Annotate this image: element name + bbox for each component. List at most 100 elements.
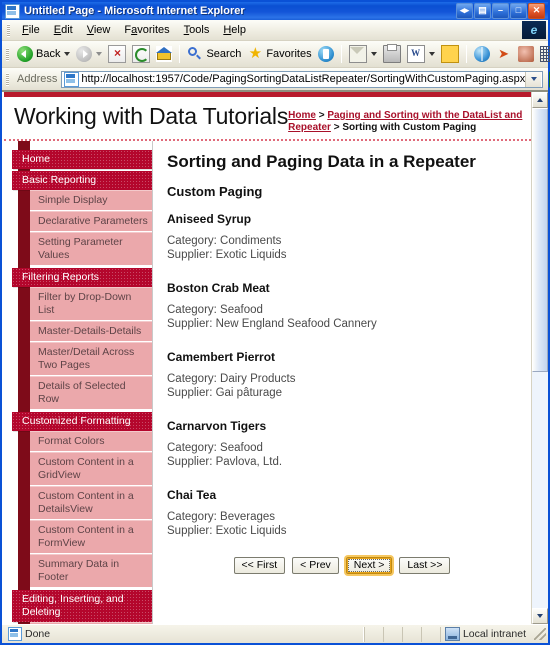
sidebar-item-custom-content-detailsview[interactable]: Custom Content in a DetailsView (30, 486, 152, 520)
menu-help[interactable]: Help (216, 22, 253, 38)
messenger-button[interactable]: ➤ (493, 45, 515, 63)
go-button[interactable]: Go (546, 70, 550, 88)
toolbar-separator-2 (340, 45, 342, 63)
security-zone-pane[interactable]: Local intranet (439, 626, 532, 642)
back-button[interactable]: Back (14, 45, 73, 63)
print-icon (382, 44, 401, 63)
notes-button[interactable] (438, 44, 462, 64)
product-supplier: Supplier: Gai pâturage (167, 387, 283, 399)
status-segment-4 (420, 626, 440, 642)
mail-chevron-down-icon[interactable] (370, 52, 377, 56)
toolbar-separator-3 (465, 45, 467, 63)
list-item: Boston Crab Meat Category: Seafood Suppl… (167, 281, 517, 331)
previous-page-button[interactable]: < Prev (292, 557, 339, 574)
sidebar-item-setting-parameter-values[interactable]: Setting Parameter Values (30, 232, 152, 266)
scroll-up-button[interactable] (532, 92, 548, 108)
resize-grip[interactable] (534, 628, 546, 640)
address-dropdown-button[interactable] (525, 71, 542, 87)
sidebar-item-basic-reporting[interactable]: Basic Reporting (12, 171, 152, 190)
next-page-button[interactable]: Next > (345, 557, 393, 574)
sidebar-item-format-colors[interactable]: Format Colors (30, 431, 152, 452)
favorites-button[interactable]: ★ Favorites (244, 45, 314, 63)
mail-button[interactable] (346, 44, 380, 64)
encoding-button[interactable] (537, 45, 550, 63)
research-button[interactable] (515, 45, 537, 63)
breadcrumb-home-link[interactable]: Home (288, 110, 316, 121)
discuss-button[interactable] (471, 45, 493, 63)
media-button[interactable] (315, 45, 337, 63)
menu-file[interactable]: File (15, 22, 47, 38)
sidebar-accent-stripe (18, 141, 30, 624)
product-category: Category: Condiments (167, 235, 282, 247)
close-button[interactable]: ✕ (528, 3, 545, 19)
sidebar: Home Basic Reporting Simple Display Decl… (4, 141, 152, 624)
address-label: Address (17, 73, 58, 85)
product-list: Aniseed Syrup Category: Condiments Suppl… (167, 212, 517, 538)
sidebar-item-customized-formatting[interactable]: Customized Formatting (12, 412, 152, 431)
menu-grip[interactable] (7, 23, 10, 37)
menu-favorites[interactable]: Favorites (117, 22, 176, 38)
sidebar-item-editing-inserting-deleting[interactable]: Editing, Inserting, and Deleting (12, 590, 152, 622)
sidebar-item-home[interactable]: Home (12, 150, 152, 169)
web-page: Working with Data Tutorials Home > Pagin… (2, 92, 531, 624)
sidebar-item-simple-display[interactable]: Simple Display (30, 190, 152, 211)
toolbar-grip[interactable] (6, 47, 9, 61)
search-icon (187, 46, 203, 62)
last-page-button[interactable]: Last >> (399, 557, 451, 574)
menu-favorites-label: vorites (137, 24, 170, 36)
product-name: Camembert Pierrot (167, 350, 276, 364)
refresh-button[interactable] (129, 44, 153, 64)
product-name: Carnarvon Tigers (167, 419, 267, 433)
print-button[interactable] (380, 44, 404, 64)
window-title: Untitled Page - Microsoft Internet Explo… (24, 5, 245, 17)
sidebar-item-filtering-reports[interactable]: Filtering Reports (12, 268, 152, 287)
address-url-text: http://localhost:1957/Code/PagingSorting… (81, 73, 526, 85)
product-supplier: Supplier: Exotic Liquids (167, 525, 287, 537)
stop-button[interactable] (105, 44, 129, 64)
sidebar-item-custom-content-gridview[interactable]: Custom Content in a GridView (30, 452, 152, 486)
favorites-star-icon: ★ (248, 45, 263, 62)
page-title: Working with Data Tutorials (14, 103, 289, 129)
maximize-button[interactable]: □ (510, 3, 527, 19)
forward-button[interactable] (73, 45, 105, 63)
product-name: Boston Crab Meat (167, 281, 270, 295)
edit-button[interactable] (404, 44, 438, 64)
edit-chevron-down-icon[interactable] (428, 52, 435, 56)
sidebar-item-basics[interactable]: Basics (30, 622, 152, 624)
minimize-glyph: – (497, 5, 503, 15)
address-grip[interactable] (6, 72, 9, 86)
restore-left-button[interactable]: ◂▸ (456, 3, 473, 19)
menu-tools[interactable]: Tools (177, 22, 217, 38)
restore-group-button[interactable]: ▤ (474, 3, 491, 19)
list-item: Aniseed Syrup Category: Condiments Suppl… (167, 212, 517, 262)
address-input[interactable]: http://localhost:1957/Code/PagingSorting… (61, 70, 544, 88)
sidebar-item-summary-data-in-footer[interactable]: Summary Data in Footer (30, 554, 152, 588)
scrollbar-track[interactable] (532, 108, 548, 608)
mail-icon (348, 45, 367, 63)
scroll-down-button[interactable] (532, 608, 548, 624)
vertical-scrollbar[interactable] (531, 92, 548, 624)
sidebar-item-details-of-selected-row[interactable]: Details of Selected Row (30, 376, 152, 410)
sidebar-item-filter-by-drop-down-list[interactable]: Filter by Drop-Down List (30, 287, 152, 321)
sidebar-item-declarative-parameters[interactable]: Declarative Parameters (30, 211, 152, 232)
list-item: Camembert Pierrot Category: Dairy Produc… (167, 350, 517, 400)
breadcrumb-separator-2: > (330, 122, 343, 133)
home-button[interactable] (153, 45, 175, 63)
page-header: Working with Data Tutorials Home > Pagin… (4, 97, 531, 141)
notes-icon (440, 45, 459, 63)
back-chevron-down-icon[interactable] (64, 52, 71, 56)
scrollbar-thumb[interactable] (532, 108, 548, 372)
sidebar-item-custom-content-formview[interactable]: Custom Content in a FormView (30, 520, 152, 554)
menu-view[interactable]: View (80, 22, 118, 38)
sidebar-item-master-detail-across-two-pages[interactable]: Master/Detail Across Two Pages (30, 342, 152, 376)
product-name: Aniseed Syrup (167, 212, 252, 226)
search-button[interactable]: Search (184, 45, 244, 63)
status-message-pane: Done (4, 626, 364, 642)
menu-edit[interactable]: Edit (47, 22, 80, 38)
minimize-button[interactable]: – (492, 3, 509, 19)
forward-chevron-down-icon[interactable] (96, 52, 103, 56)
first-page-button[interactable]: << First (233, 557, 286, 574)
title-bar: Untitled Page - Microsoft Internet Explo… (2, 2, 548, 20)
sidebar-item-master-details-details[interactable]: Master-Details-Details (30, 321, 152, 342)
favorites-label: Favorites (266, 48, 312, 60)
